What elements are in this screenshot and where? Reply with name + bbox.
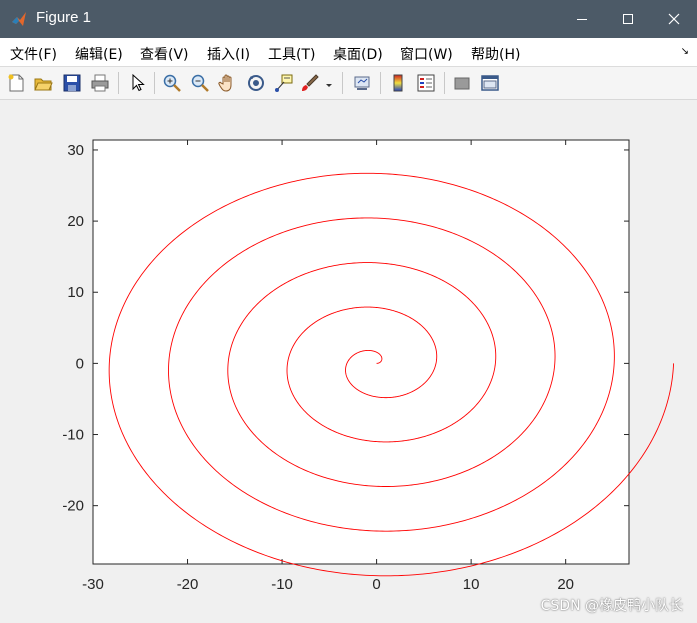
matlab-icon bbox=[12, 12, 26, 26]
pan-hand-icon[interactable] bbox=[218, 73, 238, 93]
figure-toolbar bbox=[0, 67, 697, 100]
link-plot-icon[interactable] bbox=[352, 73, 372, 93]
show-plot-tools-icon[interactable] bbox=[480, 73, 500, 93]
minimize-icon bbox=[577, 19, 587, 20]
y-tick-label: -20 bbox=[62, 498, 84, 515]
x-tick-label: -20 bbox=[177, 576, 199, 593]
x-tick-labels: -30 -20 -10 0 10 20 bbox=[82, 576, 574, 593]
menu-insert[interactable]: 插入(I) bbox=[207, 44, 250, 64]
toolbar-separator bbox=[154, 72, 155, 94]
brush-dropdown-icon[interactable] bbox=[323, 73, 335, 93]
y-tick-label: 0 bbox=[76, 355, 84, 372]
select-arrow-icon[interactable] bbox=[127, 73, 147, 93]
close-button[interactable] bbox=[651, 0, 697, 38]
zoom-in-icon[interactable] bbox=[162, 73, 182, 93]
x-tick-label: -10 bbox=[271, 576, 293, 593]
menu-window[interactable]: 窗口(W) bbox=[400, 44, 453, 64]
new-figure-icon[interactable] bbox=[6, 73, 26, 93]
hide-plot-tools-icon[interactable] bbox=[452, 73, 472, 93]
brush-icon[interactable] bbox=[300, 73, 320, 93]
menubar: 文件(F) 编辑(E) 查看(V) 插入(I) 工具(T) 桌面(D) 窗口(W… bbox=[0, 38, 697, 67]
menu-edit[interactable]: 编辑(E) bbox=[75, 44, 123, 64]
open-file-icon[interactable] bbox=[33, 73, 53, 93]
x-tick-label: 20 bbox=[557, 576, 574, 593]
rotate-3d-icon[interactable] bbox=[246, 73, 266, 93]
toolbar-separator bbox=[118, 72, 119, 94]
spiral-plot[interactable]: -30 -20 -10 0 10 20 -20 -10 0 10 20 30 bbox=[0, 100, 697, 623]
x-tick-label: 10 bbox=[463, 576, 480, 593]
menu-file[interactable]: 文件(F) bbox=[10, 44, 57, 64]
menu-desktop[interactable]: 桌面(D) bbox=[333, 44, 383, 64]
colorbar-icon[interactable] bbox=[388, 73, 408, 93]
window-titlebar[interactable]: Figure 1 bbox=[0, 0, 697, 38]
legend-icon[interactable] bbox=[416, 73, 436, 93]
watermark: CSDN @橡皮鸭小队长 bbox=[540, 598, 683, 614]
toolbar-separator bbox=[380, 72, 381, 94]
y-tick-label: 10 bbox=[67, 284, 84, 301]
y-tick-labels: -20 -10 0 10 20 30 bbox=[62, 142, 84, 515]
print-icon[interactable] bbox=[90, 73, 110, 93]
toolbar-separator bbox=[444, 72, 445, 94]
menu-help[interactable]: 帮助(H) bbox=[471, 44, 520, 64]
save-icon[interactable] bbox=[62, 73, 82, 93]
menu-tools[interactable]: 工具(T) bbox=[268, 44, 315, 64]
minimize-button[interactable] bbox=[559, 0, 605, 38]
x-tick-label: 0 bbox=[372, 576, 380, 593]
close-icon bbox=[668, 13, 680, 25]
dock-figure-icon[interactable]: ↘ bbox=[681, 46, 689, 57]
y-tick-label: 20 bbox=[67, 213, 84, 230]
axes-background bbox=[92, 139, 630, 565]
toolbar-separator bbox=[342, 72, 343, 94]
y-tick-label: 30 bbox=[67, 142, 84, 159]
window-title: Figure 1 bbox=[36, 9, 92, 26]
maximize-icon bbox=[623, 14, 633, 24]
y-tick-label: -10 bbox=[62, 427, 84, 444]
maximize-button[interactable] bbox=[605, 0, 651, 38]
data-cursor-icon[interactable] bbox=[274, 73, 294, 93]
figure-canvas[interactable]: -30 -20 -10 0 10 20 -20 -10 0 10 20 30 CSDN @橡皮鸭小队… bbox=[0, 100, 697, 623]
x-tick-label: -30 bbox=[82, 576, 104, 593]
zoom-out-icon[interactable] bbox=[190, 73, 210, 93]
menu-view[interactable]: 查看(V) bbox=[140, 44, 189, 64]
